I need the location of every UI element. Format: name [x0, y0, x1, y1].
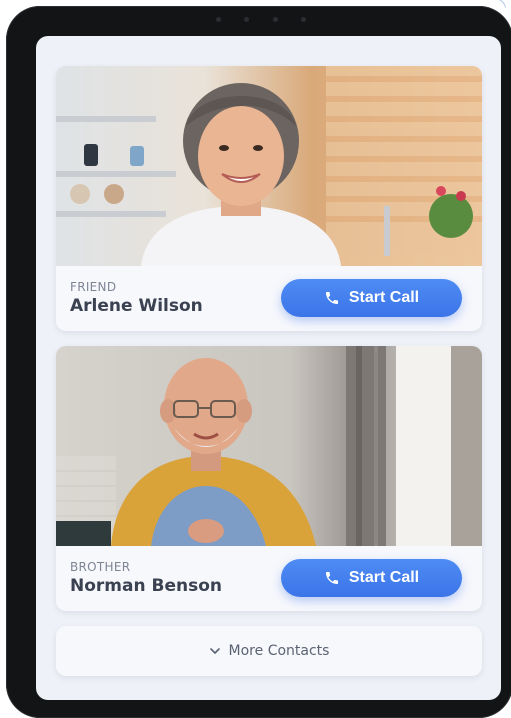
start-call-button[interactable]: Start Call — [281, 559, 462, 597]
camera-sensors — [216, 14, 306, 24]
frame-highlight — [462, 0, 507, 22]
contact-card: FRIEND Arlene Wilson Start Call — [56, 66, 482, 331]
contact-relation: BROTHER — [70, 560, 131, 574]
card-footer: BROTHER Norman Benson Start Call — [56, 546, 482, 611]
more-contacts-button[interactable]: More Contacts — [56, 626, 482, 676]
phone-icon — [325, 572, 338, 584]
chevron-down-icon — [209, 648, 220, 654]
start-call-label: Start Call — [348, 569, 420, 586]
contact-photo — [56, 346, 482, 546]
phone-icon — [325, 292, 338, 304]
start-call-label: Start Call — [348, 289, 420, 306]
contact-card: BROTHER Norman Benson Start Call — [56, 346, 482, 611]
contact-name: Norman Benson — [70, 576, 222, 596]
more-contacts-label: More Contacts — [228, 643, 330, 659]
tablet-frame: FRIEND Arlene Wilson Start Call BROTHER … — [6, 0, 511, 718]
start-call-button[interactable]: Start Call — [281, 279, 462, 317]
contact-name: Arlene Wilson — [70, 296, 203, 316]
screen: FRIEND Arlene Wilson Start Call BROTHER … — [36, 36, 501, 700]
contact-photo — [56, 66, 482, 266]
contact-relation: FRIEND — [70, 280, 117, 294]
portrait-photo-icon — [56, 346, 482, 546]
card-footer: FRIEND Arlene Wilson Start Call — [56, 266, 482, 331]
portrait-photo-icon — [56, 66, 482, 266]
